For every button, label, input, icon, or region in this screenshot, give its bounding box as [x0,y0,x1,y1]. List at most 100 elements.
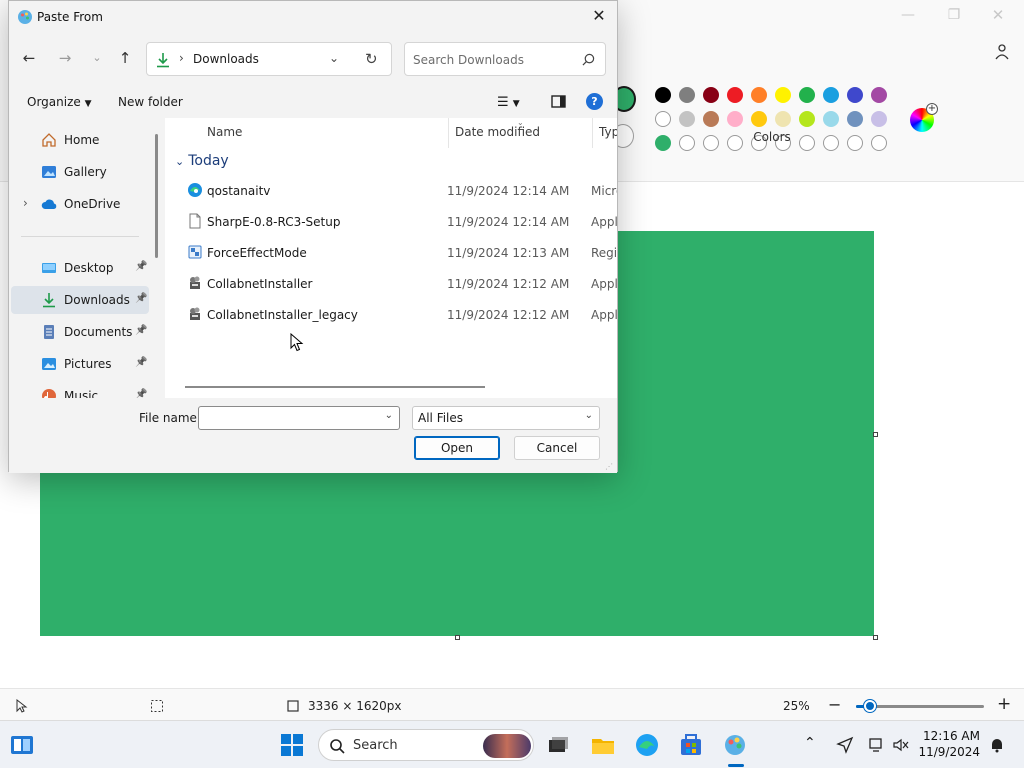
clock[interactable]: 12:16 AM 11/9/2024 [918,728,980,760]
store-icon[interactable] [677,731,705,759]
minimize-button[interactable]: — [888,4,928,28]
horizontal-scrollbar[interactable] [185,386,485,388]
file-name-input[interactable]: ⌄ [198,406,400,430]
preview-pane-icon[interactable] [551,95,566,108]
maximize-button[interactable]: ❐ [934,4,974,28]
file-row[interactable]: ForceEffectMode 11/9/2024 12:13 AM Regis [165,239,617,267]
pin-icon: 📌 [135,325,148,336]
column-header-name[interactable]: Name [207,125,242,139]
palette-color-swatch[interactable] [823,87,839,103]
resize-handle-corner[interactable] [873,635,878,640]
nav-item-onedrive[interactable]: › OneDrive [11,190,149,218]
nav-item-documents[interactable]: Documents 📌 [11,318,149,346]
column-separator[interactable] [448,118,449,148]
palette-color-swatch[interactable] [751,111,767,127]
refresh-icon[interactable]: ↻ [365,50,378,68]
empty-color-slot[interactable] [727,135,743,151]
start-icon[interactable] [278,731,306,759]
file-icon [189,213,201,229]
palette-color-swatch[interactable] [727,87,743,103]
palette-color-swatch[interactable] [847,111,863,127]
palette-color-swatch[interactable] [679,111,695,127]
notification-icon[interactable] [988,736,1006,754]
new-folder-button[interactable]: New folder [118,95,183,109]
palette-color-swatch[interactable] [823,111,839,127]
zoom-out-button[interactable]: − [828,695,841,714]
palette-color-swatch[interactable] [847,87,863,103]
resize-handle-right[interactable] [873,432,878,437]
paint-app-icon[interactable] [721,731,749,759]
file-row[interactable]: CollabnetInstaller_legacy 11/9/2024 12:12… [165,301,617,329]
task-view-icon[interactable] [544,731,572,759]
file-type-select[interactable]: All Files ⌄ [412,406,600,430]
share-icon[interactable] [992,42,1012,62]
nav-item-pictures[interactable]: Pictures 📌 [11,350,149,378]
palette-color-swatch[interactable] [871,87,887,103]
resize-handle-bottom[interactable] [455,635,460,640]
palette-color-swatch[interactable] [775,87,791,103]
column-header-type[interactable]: Type [599,125,617,139]
nav-item-desktop[interactable]: Desktop 📌 [11,254,149,282]
empty-color-slot[interactable] [823,135,839,151]
add-color-icon[interactable]: + [926,103,938,115]
show-hidden-icons-chevron-icon[interactable]: ⌃ [804,735,816,751]
close-window-button[interactable]: ✕ [978,4,1018,28]
file-name-dropdown-chevron-icon[interactable]: ⌄ [385,410,393,421]
location-icon[interactable] [836,736,854,754]
network-icon[interactable] [868,736,886,754]
canvas-size-icon [287,700,299,712]
file-explorer-icon[interactable] [589,731,617,759]
taskbar-search[interactable]: Search [318,729,534,761]
widgets-icon[interactable] [8,731,36,759]
empty-color-slot[interactable] [679,135,695,151]
up-button[interactable]: ↑ [113,47,137,71]
zoom-percent[interactable]: 25% [783,699,810,713]
resize-grip-icon[interactable]: ⋰ [605,462,613,471]
volume-muted-icon[interactable] [892,736,910,754]
file-date-modified: 11/9/2024 12:14 AM [447,184,570,198]
view-options-icon[interactable]: ☰ ▼ [497,95,520,110]
expand-chevron-icon[interactable]: › [23,196,28,210]
forward-button[interactable]: → [53,47,77,71]
organize-chevron-icon: ▼ [84,99,92,109]
empty-color-slot[interactable] [703,135,719,151]
empty-color-slot[interactable] [847,135,863,151]
nav-scrollbar[interactable] [155,134,158,258]
palette-color-swatch[interactable] [655,87,671,103]
column-separator[interactable] [592,118,593,148]
file-row[interactable]: SharpE-0.8-RC3-Setup 11/9/2024 12:14 AM Ap… [165,208,617,236]
organize-button[interactable]: Organize ▼ [27,95,92,109]
search-input[interactable]: Search Downloads [404,42,606,76]
back-button[interactable]: ← [17,47,41,71]
help-icon[interactable]: ? [586,93,603,110]
group-header-today[interactable]: ⌄ Today [175,153,229,169]
nav-item-home[interactable]: Home [11,126,149,154]
dialog-close-button[interactable]: ✕ [587,5,611,29]
nav-item-gallery[interactable]: Gallery [11,158,149,186]
cancel-button[interactable]: Cancel [514,436,600,460]
palette-color-swatch[interactable] [799,111,815,127]
column-header-date[interactable]: Date modified [455,125,540,139]
palette-color-swatch[interactable] [703,111,719,127]
nav-item-downloads[interactable]: Downloads 📌 [11,286,149,314]
palette-color-swatch[interactable] [727,111,743,127]
palette-color-swatch[interactable] [751,87,767,103]
palette-color-swatch[interactable] [799,87,815,103]
zoom-in-button[interactable]: + [997,694,1011,714]
palette-color-swatch[interactable] [679,87,695,103]
file-row[interactable]: CollabnetInstaller 11/9/2024 12:12 AM Appl… [165,270,617,298]
recent-locations-chevron-icon[interactable]: ⌄ [85,47,109,71]
palette-color-swatch[interactable] [655,111,671,127]
palette-color-swatch[interactable] [775,111,791,127]
edge-icon[interactable] [633,731,661,759]
palette-color-swatch[interactable] [871,111,887,127]
zoom-slider-thumb[interactable] [864,700,876,712]
open-button[interactable]: Open [414,436,500,460]
file-row[interactable]: qostanaitv 11/9/2024 12:14 AM Micro [165,177,617,205]
empty-color-slot[interactable] [871,135,887,151]
palette-color-swatch[interactable] [655,135,671,151]
nav-item-music[interactable]: Music 📌 [11,382,149,398]
palette-color-swatch[interactable] [703,87,719,103]
address-bar[interactable]: › Downloads ⌄ ↻ [146,42,392,76]
address-dropdown-chevron-icon[interactable]: ⌄ [329,51,339,65]
